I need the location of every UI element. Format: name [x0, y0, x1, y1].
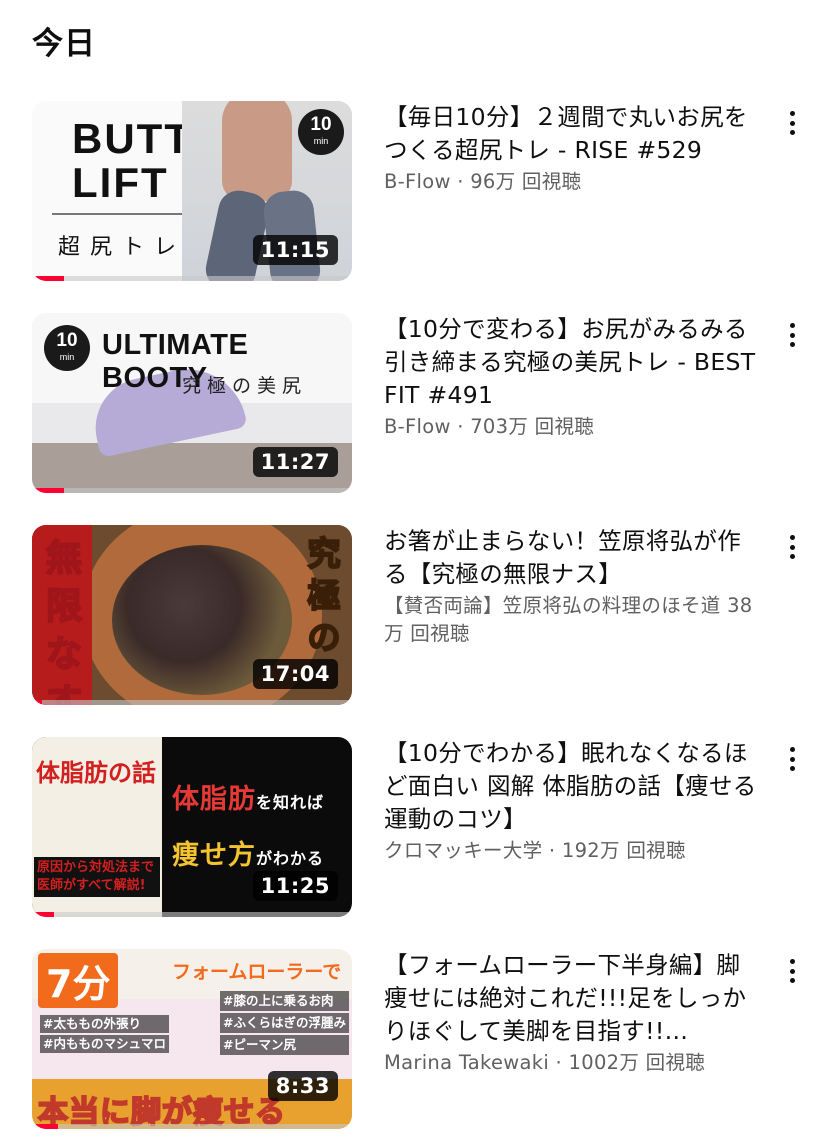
- video-meta: B-Flow · 96万 回視聴: [384, 170, 582, 193]
- video-info[interactable]: 【毎日10分】２週間で丸いお尻をつくる超尻トレ - RISE #529 B-Fl…: [384, 101, 764, 196]
- badge-number: 10: [310, 114, 332, 135]
- badge-unit: min: [59, 352, 75, 362]
- video-item[interactable]: 無限なす 究極の 17:04 お箸が止まらない！笠原将弘が作る【究極の無限ナス】…: [32, 525, 822, 707]
- video-duration: 8:33: [267, 1071, 338, 1101]
- video-thumbnail[interactable]: 7分 フォームローラーで #太ももの外張り #内もものマシュマロ #膝の上に乗る…: [32, 949, 352, 1129]
- thumbnail-tag: #膝の上に乗るお肉: [220, 991, 349, 1011]
- section-title: 今日: [32, 26, 96, 62]
- thumbnail-text: を知れば: [256, 793, 325, 812]
- video-duration: 11:15: [252, 235, 338, 265]
- video-duration: 17:04: [252, 659, 338, 689]
- video-title[interactable]: お箸が止まらない！笠原将弘が作る【究極の無限ナス】: [384, 525, 764, 591]
- duration-badge: 10 min: [298, 109, 344, 155]
- thumbnail-text: 究極の: [307, 533, 342, 658]
- thumbnail-text: 痩せ方がわかる: [172, 833, 324, 872]
- thumbnail-tags: #太ももの外張り #内もものマシュマロ: [40, 1015, 169, 1055]
- video-meta: クロマッキー大学 · 192万 回視聴: [384, 839, 686, 862]
- video-meta: B-Flow · 703万 回視聴: [384, 415, 595, 438]
- video-thumbnail[interactable]: 10 min ULTIMATE BOOTY 究極の美尻 11:27: [32, 313, 352, 493]
- video-info[interactable]: お箸が止まらない！笠原将弘が作る【究極の無限ナス】 【賛否両論】笠原将弘の料理の…: [384, 525, 764, 648]
- thumbnail-text: LIFT: [72, 159, 169, 206]
- video-title[interactable]: 【毎日10分】２週間で丸いお尻をつくる超尻トレ - RISE #529: [384, 101, 764, 167]
- duration-badge: 10 min: [44, 325, 90, 371]
- thumbnail-text: 体脂肪: [172, 784, 256, 815]
- video-item[interactable]: 体脂肪の話 原因から対処法まで医師がすべて解説! 体脂肪を知れば 痩せ方がわかる…: [32, 737, 822, 919]
- progress-track: [32, 912, 352, 917]
- video-title[interactable]: 【10分でわかる】眠れなくなるほど面白い 図解 体脂肪の話【痩せる運動のコツ】: [384, 737, 764, 836]
- thumbnail-tag: #ふくらはぎの浮腫み: [220, 1013, 349, 1033]
- video-info[interactable]: 【フォームローラー下半身編】脚痩せには絶対これだ!!!足をしっかりほぐして美脚を…: [384, 949, 764, 1077]
- video-item[interactable]: 7分 フォームローラーで #太ももの外張り #内もものマシュマロ #膝の上に乗る…: [32, 949, 822, 1131]
- thumbnail-text: 体脂肪の話: [36, 759, 156, 787]
- watch-progress: [32, 1124, 58, 1129]
- figure-shape: [202, 186, 272, 281]
- watch-progress: [32, 700, 42, 705]
- video-meta: Marina Takewaki · 1002万 回視聴: [384, 1051, 706, 1074]
- video-item[interactable]: 10 min ULTIMATE BOOTY 究極の美尻 11:27 【10分で変…: [32, 313, 822, 495]
- watch-progress: [32, 912, 55, 917]
- thumbnail-text: 本当に脚が痩せる: [37, 1094, 286, 1129]
- video-info[interactable]: 【10分で変わる】お尻がみるみる引き締まる究極の美尻トレ - BEST FIT …: [384, 313, 764, 441]
- thumbnail-text: 無限なす: [45, 537, 83, 705]
- badge-number: 10: [56, 330, 78, 351]
- video-info[interactable]: 【10分でわかる】眠れなくなるほど面白い 図解 体脂肪の話【痩せる運動のコツ】 …: [384, 737, 764, 865]
- thumbnail-tag: #太ももの外張り: [40, 1015, 169, 1033]
- more-vert-icon[interactable]: [780, 321, 804, 349]
- video-title[interactable]: 【フォームローラー下半身編】脚痩せには絶対これだ!!!足をしっかりほぐして美脚を…: [384, 949, 764, 1048]
- progress-track: [32, 276, 352, 281]
- video-item[interactable]: BUTT LIFT 超尻トレ 10 min 11:15 【毎日10分】２週間で丸…: [32, 101, 822, 283]
- thumbnail-tag: #ピーマン尻: [220, 1035, 349, 1055]
- video-duration: 11:25: [252, 871, 338, 901]
- thumbnail-divider: [52, 213, 182, 215]
- progress-track: [32, 488, 352, 493]
- thumbnail-text: がわかる: [256, 849, 325, 868]
- thumbnail-text: 原因から対処法まで医師がすべて解説!: [34, 857, 160, 897]
- progress-track: [32, 700, 352, 705]
- more-vert-icon[interactable]: [780, 745, 804, 773]
- video-title[interactable]: 【10分で変わる】お尻がみるみる引き締まる究極の美尻トレ - BEST FIT …: [384, 313, 764, 412]
- thumbnail-tags: #膝の上に乗るお肉 #ふくらはぎの浮腫み #ピーマン尻: [220, 991, 349, 1057]
- video-thumbnail[interactable]: BUTT LIFT 超尻トレ 10 min 11:15: [32, 101, 352, 281]
- thumbnail-text: 超尻トレ: [58, 235, 187, 260]
- thumbnail-book: 体脂肪の話 原因から対処法まで医師がすべて解説!: [32, 737, 162, 917]
- thumbnail-text: フォームローラーで: [172, 961, 342, 983]
- more-vert-icon[interactable]: [780, 533, 804, 561]
- thumbnail-text: 究極の美尻: [182, 375, 308, 397]
- thumbnail-text: 7分: [38, 953, 119, 1008]
- thumbnail-tag: #内もものマシュマロ: [40, 1035, 169, 1053]
- thumbnail-text: 痩せ方: [172, 840, 256, 871]
- video-meta: 【賛否両論】笠原将弘の料理のほそ道 38万 回視聴: [384, 594, 753, 645]
- video-duration: 11:27: [252, 447, 338, 477]
- more-vert-icon[interactable]: [780, 109, 804, 137]
- video-thumbnail[interactable]: 無限なす 究極の 17:04: [32, 525, 352, 705]
- progress-track: [32, 1124, 352, 1129]
- more-vert-icon[interactable]: [780, 957, 804, 985]
- video-thumbnail[interactable]: 体脂肪の話 原因から対処法まで医師がすべて解説! 体脂肪を知れば 痩せ方がわかる…: [32, 737, 352, 917]
- thumbnail-text: BUTT: [72, 115, 192, 162]
- figure-shape: [222, 101, 292, 201]
- thumbnail-text: 体脂肪を知れば: [172, 777, 324, 816]
- badge-unit: min: [313, 136, 329, 146]
- watch-progress: [32, 488, 64, 493]
- watch-progress: [32, 276, 64, 281]
